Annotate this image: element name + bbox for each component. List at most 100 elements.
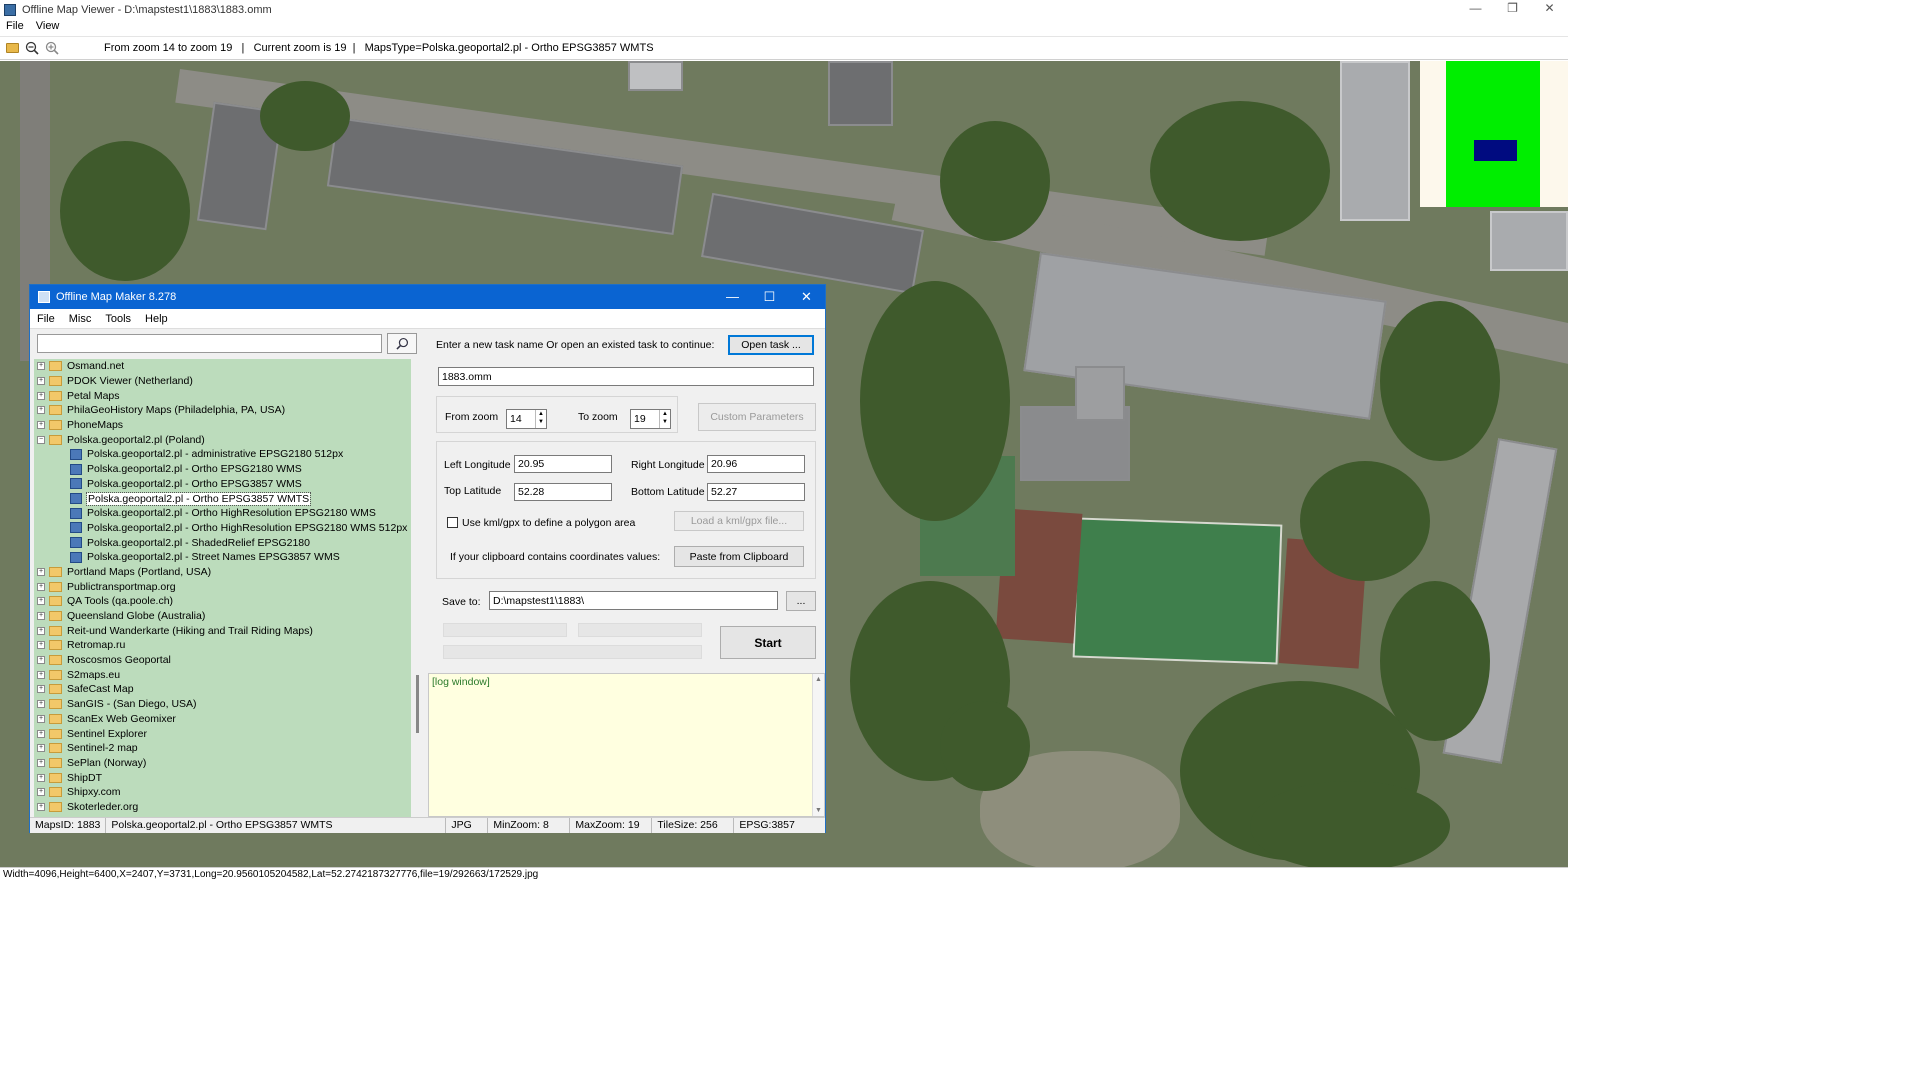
- log-window[interactable]: [log window] ▲ ▼: [428, 673, 825, 817]
- expand-icon[interactable]: +: [37, 421, 45, 430]
- expand-icon[interactable]: +: [37, 788, 45, 797]
- start-button[interactable]: Start: [720, 626, 816, 659]
- save-path-input[interactable]: D:\mapstest1\1883\: [489, 591, 778, 610]
- scroll-up-icon[interactable]: ▲: [815, 676, 822, 683]
- tree-child-item[interactable]: Polska.geoportal2.pl - administrative EP…: [34, 447, 411, 462]
- tree-child-item[interactable]: Polska.geoportal2.pl - ShadedRelief EPSG…: [34, 535, 411, 550]
- zoom-in-icon[interactable]: [44, 40, 60, 56]
- spin-up-icon[interactable]: ▲: [536, 410, 546, 418]
- search-button[interactable]: [387, 333, 417, 354]
- tree-item[interactable]: + PhoneMaps: [34, 418, 411, 433]
- dialog-close-button[interactable]: ✕: [788, 285, 825, 309]
- restore-button[interactable]: ❐: [1494, 0, 1531, 19]
- expand-icon[interactable]: +: [37, 391, 45, 400]
- tree-item[interactable]: + Skoterleder.org: [34, 800, 411, 815]
- tree-item[interactable]: − Polska.geoportal2.pl (Poland): [34, 432, 411, 447]
- top-latitude-input[interactable]: 52.28: [514, 483, 612, 501]
- expand-icon[interactable]: +: [37, 567, 45, 576]
- custom-parameters-button[interactable]: Custom Parameters: [698, 403, 816, 431]
- to-zoom-spinner[interactable]: 19 ▲ ▼: [630, 409, 671, 429]
- spin-up-icon[interactable]: ▲: [660, 410, 670, 418]
- dialog-menu-file[interactable]: File: [30, 309, 62, 328]
- expand-icon[interactable]: +: [37, 714, 45, 723]
- tree-item[interactable]: + Shipxy.com: [34, 785, 411, 800]
- tree-item[interactable]: + QA Tools (qa.poole.ch): [34, 594, 411, 609]
- dialog-titlebar[interactable]: Offline Map Maker 8.278 — ☐ ✕: [30, 285, 825, 309]
- overview-viewport-marker[interactable]: [1474, 140, 1517, 161]
- minimize-button[interactable]: —: [1457, 0, 1494, 19]
- tree-item[interactable]: + Queensland Globe (Australia): [34, 609, 411, 624]
- tree-item[interactable]: + SePlan (Norway): [34, 756, 411, 771]
- load-kml-button[interactable]: Load a kml/gpx file...: [674, 511, 804, 531]
- tree-item[interactable]: + Publictransportmap.org: [34, 579, 411, 594]
- tree-item[interactable]: + ScanEx Web Geomixer: [34, 712, 411, 727]
- expand-icon[interactable]: +: [37, 612, 45, 621]
- menu-file[interactable]: File: [0, 19, 30, 35]
- from-zoom-spinner[interactable]: 14 ▲ ▼: [506, 409, 547, 429]
- browse-folder-button[interactable]: ...: [786, 591, 816, 611]
- tree-item[interactable]: + Retromap.ru: [34, 638, 411, 653]
- tree-child-item[interactable]: Polska.geoportal2.pl - Ortho HighResolut…: [34, 521, 411, 536]
- tree-item[interactable]: + Sentinel-2 map: [34, 741, 411, 756]
- close-button[interactable]: ✕: [1531, 0, 1568, 19]
- expand-icon[interactable]: +: [37, 700, 45, 709]
- spin-down-icon[interactable]: ▼: [536, 418, 546, 426]
- tree-item[interactable]: + Petal Maps: [34, 388, 411, 403]
- bottom-latitude-input[interactable]: 52.27: [707, 483, 805, 501]
- dialog-maximize-button[interactable]: ☐: [751, 285, 788, 309]
- log-scrollbar[interactable]: ▲ ▼: [812, 674, 824, 816]
- tree-child-item[interactable]: Polska.geoportal2.pl - Ortho HighResolut…: [34, 506, 411, 521]
- expand-icon[interactable]: +: [37, 597, 45, 606]
- spin-down-icon[interactable]: ▼: [660, 418, 670, 426]
- expand-icon[interactable]: +: [37, 641, 45, 650]
- expand-icon[interactable]: +: [37, 670, 45, 679]
- scroll-down-icon[interactable]: ▼: [815, 807, 822, 814]
- tree-item[interactable]: + Sentinel Explorer: [34, 726, 411, 741]
- tree-item[interactable]: + PDOK Viewer (Netherland): [34, 374, 411, 389]
- tree-child-item[interactable]: Polska.geoportal2.pl - Ortho EPSG3857 WM…: [34, 491, 411, 506]
- zoom-out-icon[interactable]: [24, 40, 40, 56]
- expand-icon[interactable]: +: [37, 656, 45, 665]
- open-folder-icon[interactable]: [4, 40, 20, 56]
- tree-scrollbar[interactable]: [412, 359, 425, 817]
- tree-child-item[interactable]: Polska.geoportal2.pl - Ortho EPSG3857 WM…: [34, 477, 411, 492]
- map-source-tree[interactable]: + Osmand.net + PDOK Viewer (Netherland) + Pet…: [34, 359, 411, 817]
- expand-icon[interactable]: +: [37, 377, 45, 386]
- collapse-icon[interactable]: −: [37, 435, 45, 444]
- dialog-menu-misc[interactable]: Misc: [62, 309, 99, 328]
- dialog-menu-tools[interactable]: Tools: [98, 309, 138, 328]
- expand-icon[interactable]: +: [37, 685, 45, 694]
- tree-child-item[interactable]: Polska.geoportal2.pl - Ortho EPSG2180 WM…: [34, 462, 411, 477]
- tree-item[interactable]: + Osmand.net: [34, 359, 411, 374]
- expand-icon[interactable]: +: [37, 626, 45, 635]
- right-longitude-input[interactable]: 20.96: [707, 455, 805, 473]
- tree-item[interactable]: + Roscosmos Geoportal: [34, 653, 411, 668]
- tree-item[interactable]: + ShipDT: [34, 770, 411, 785]
- tree-child-item[interactable]: Polska.geoportal2.pl - Street Names EPSG…: [34, 550, 411, 565]
- expand-icon[interactable]: +: [37, 729, 45, 738]
- paste-clipboard-button[interactable]: Paste from Clipboard: [674, 546, 804, 567]
- tree-item[interactable]: + PhilaGeoHistory Maps (Philadelphia, PA,…: [34, 403, 411, 418]
- tree-item[interactable]: + SanGIS - (San Diego, USA): [34, 697, 411, 712]
- dialog-menu-help[interactable]: Help: [138, 309, 175, 328]
- expand-icon[interactable]: +: [37, 773, 45, 782]
- overview-minimap[interactable]: [1420, 61, 1568, 207]
- tree-item[interactable]: + Portland Maps (Portland, USA): [34, 565, 411, 580]
- map-search-input[interactable]: [37, 334, 382, 353]
- expand-icon[interactable]: +: [37, 758, 45, 767]
- tree-item[interactable]: + Reit-und Wanderkarte (Hiking and Trail …: [34, 623, 411, 638]
- expand-icon[interactable]: +: [37, 802, 45, 811]
- dialog-minimize-button[interactable]: —: [714, 285, 751, 309]
- expand-icon[interactable]: +: [37, 406, 45, 415]
- task-name-input[interactable]: 1883.omm: [438, 367, 814, 386]
- open-task-button[interactable]: Open task ...: [728, 335, 814, 355]
- tree-item[interactable]: + SafeCast Map: [34, 682, 411, 697]
- left-longitude-input[interactable]: 20.95: [514, 455, 612, 473]
- expand-icon[interactable]: +: [37, 362, 45, 371]
- menu-view[interactable]: View: [30, 19, 66, 35]
- kml-polygon-checkbox[interactable]: [447, 517, 458, 528]
- tree-scrollbar-thumb[interactable]: [416, 675, 419, 733]
- expand-icon[interactable]: +: [37, 582, 45, 591]
- tree-item[interactable]: + S2maps.eu: [34, 667, 411, 682]
- expand-icon[interactable]: +: [37, 744, 45, 753]
